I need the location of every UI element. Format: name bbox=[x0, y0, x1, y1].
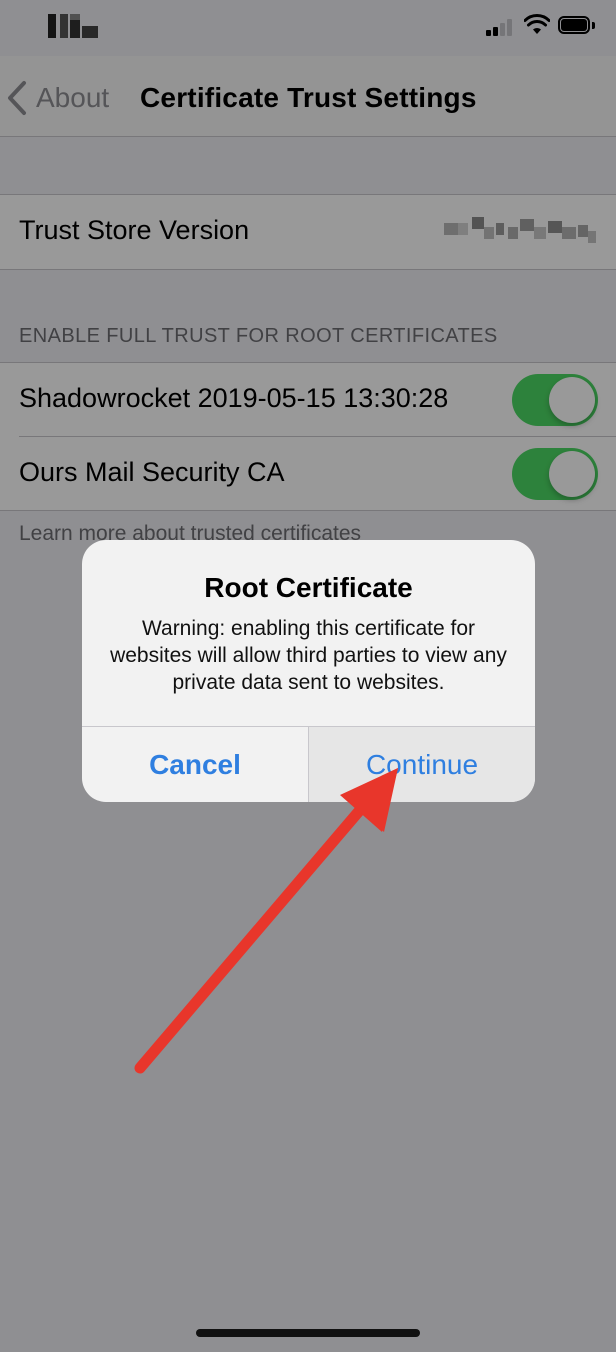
settings-screen: About Certificate Trust Settings Trust S… bbox=[0, 0, 616, 1352]
root-certificate-alert: Root Certificate Warning: enabling this … bbox=[82, 540, 535, 802]
alert-title: Root Certificate bbox=[204, 572, 413, 603]
cancel-button[interactable]: Cancel bbox=[82, 727, 308, 802]
alert-message: Warning: enabling this certificate for w… bbox=[110, 617, 507, 694]
home-indicator bbox=[196, 1329, 420, 1337]
continue-button[interactable]: Continue bbox=[309, 727, 535, 802]
